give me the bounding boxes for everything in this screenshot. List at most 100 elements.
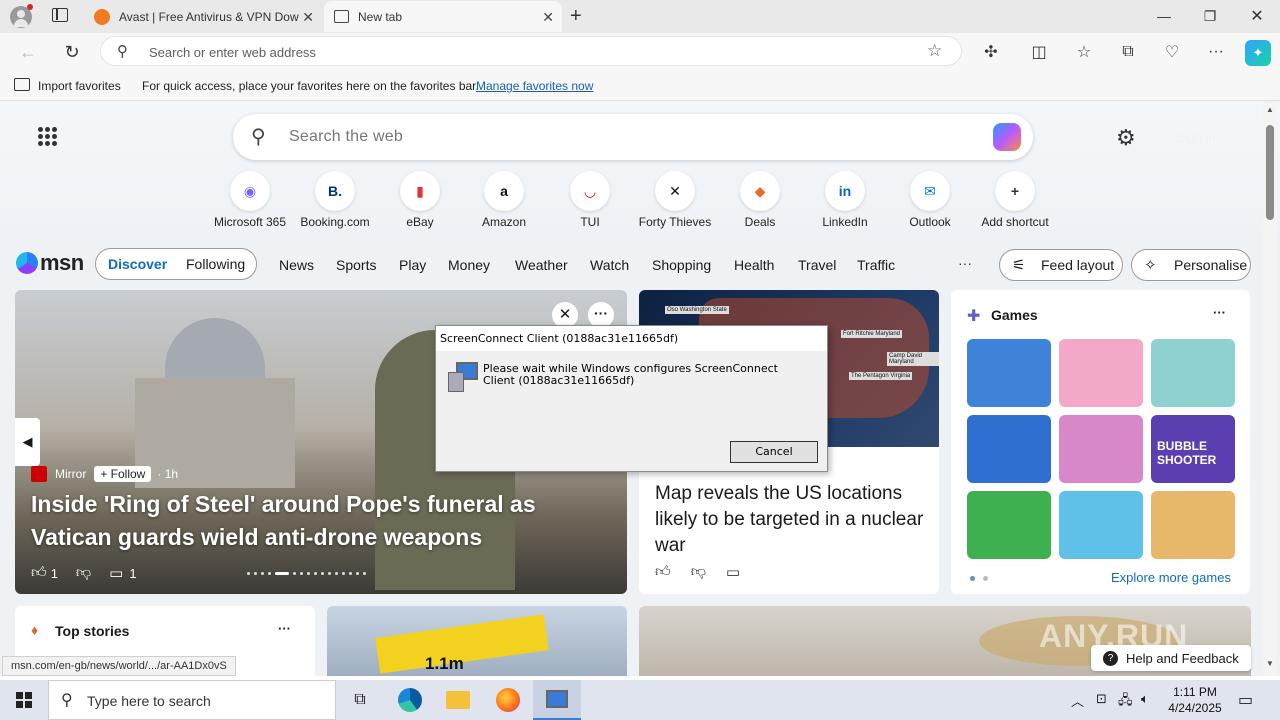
browser-essentials-icon[interactable]: ♡ <box>1160 40 1184 64</box>
game-tile[interactable] <box>1151 339 1235 407</box>
task-view-icon[interactable]: ⧉ <box>336 680 384 720</box>
game-tile[interactable] <box>1059 339 1143 407</box>
cancel-button[interactable]: Cancel <box>730 441 818 463</box>
page-scrollbar[interactable]: ▲ ▼ <box>1263 101 1277 676</box>
game-tile[interactable]: BUBBLE SHOOTER <box>1151 415 1235 483</box>
settings-more-icon[interactable]: ··· <box>1204 40 1228 64</box>
minimize-icon[interactable]: — <box>1141 0 1187 32</box>
tray-app-icon[interactable]: ⊡ <box>1096 691 1107 707</box>
favorites-icon[interactable]: ☆ <box>1072 40 1096 64</box>
taskbar-search[interactable]: ⚲ Type here to search <box>48 680 336 720</box>
address-bar[interactable]: ⚲ Search or enter web address ☆ <box>100 36 962 66</box>
network-icon[interactable]: 🖧︎ <box>1118 691 1133 713</box>
collections-icon[interactable]: ⧉ <box>1116 40 1140 64</box>
shortcut-outlook[interactable]: ✉ Outlook <box>887 171 973 229</box>
nav-watch[interactable]: Watch <box>590 257 629 273</box>
import-favorites-button[interactable]: Import favorites <box>38 79 121 93</box>
shortcut-deals[interactable]: ◆ Deals <box>717 171 803 229</box>
game-tile[interactable] <box>967 491 1051 559</box>
shortcut-label: Amazon <box>481 215 527 229</box>
page-settings-icon[interactable]: ⚙ <box>1116 125 1136 151</box>
refresh-icon[interactable]: ↻ <box>60 40 84 64</box>
shortcut-booking-com[interactable]: B. Booking.com <box>292 171 378 229</box>
story-teaser-card[interactable]: 1.1m <box>327 606 627 676</box>
tab-following[interactable]: Following <box>186 256 245 272</box>
web-search-box[interactable]: ⚲ Search the web <box>233 114 1033 160</box>
manage-favorites-link[interactable]: Manage favorites now <box>476 79 593 93</box>
installer-taskbar-icon[interactable] <box>533 680 581 720</box>
more-categories-icon[interactable]: ··· <box>958 255 972 271</box>
favorite-star-icon[interactable]: ☆ <box>927 41 942 61</box>
feed-layout-button[interactable]: ⚟ Feed layout <box>999 249 1123 281</box>
file-explorer-icon[interactable] <box>434 680 482 720</box>
close-tab-icon[interactable]: ✕ <box>302 9 314 26</box>
copilot-icon[interactable]: ✦ <box>1245 40 1271 66</box>
nav-news[interactable]: News <box>279 257 314 273</box>
back-icon[interactable]: ← <box>16 40 40 64</box>
split-screen-icon[interactable]: ◫ <box>1027 40 1051 64</box>
nav-sports[interactable]: Sports <box>336 257 376 273</box>
dislike-icon[interactable]: 👎︎ <box>76 564 91 582</box>
tab-actions-icon[interactable] <box>52 8 68 22</box>
top-stories-more-icon[interactable]: ··· <box>278 621 291 636</box>
restore-icon[interactable]: ❐ <box>1187 0 1233 32</box>
installer-icon <box>448 362 478 392</box>
shortcut-microsoft-365[interactable]: ◉ Microsoft 365 <box>207 171 293 229</box>
app-launcher-icon[interactable] <box>38 127 58 147</box>
shortcut-linkedin[interactable]: in LinkedIn <box>802 171 888 229</box>
nav-weather[interactable]: Weather <box>515 257 568 273</box>
shortcut-tui[interactable]: ◡ TUI <box>547 171 633 229</box>
hero-headline[interactable]: Inside 'Ring of Steel' around Pope's fun… <box>31 488 591 554</box>
games-page-dot[interactable] <box>970 576 975 581</box>
edge-taskbar-icon[interactable] <box>386 680 434 720</box>
tab-discover[interactable]: Discover <box>108 256 167 272</box>
carousel-prev-icon[interactable]: ◀ <box>15 418 40 466</box>
copilot-search-icon[interactable] <box>993 123 1021 151</box>
new-tab-icon[interactable]: + <box>570 5 582 28</box>
nav-play[interactable]: Play <box>399 257 426 273</box>
shortcut-ebay[interactable]: ▮ eBay <box>377 171 463 229</box>
tab-new-tab[interactable]: New tab ✕ <box>324 1 562 32</box>
profile-avatar-icon[interactable] <box>10 4 33 28</box>
game-tile[interactable] <box>1059 491 1143 559</box>
nav-health[interactable]: Health <box>734 257 774 273</box>
volume-icon[interactable]: 🔈︎ <box>1141 691 1149 707</box>
shortcut-amazon[interactable]: a Amazon <box>461 171 547 229</box>
games-more-icon[interactable]: ··· <box>1213 305 1226 320</box>
extensions-icon[interactable]: ✣ <box>979 40 1003 64</box>
map-headline[interactable]: Map reveals the US locations likely to b… <box>655 481 925 559</box>
tray-overflow-icon[interactable]: ︿ <box>1071 691 1084 710</box>
comment-icon[interactable]: ▭ <box>726 563 740 581</box>
game-tile[interactable] <box>967 339 1051 407</box>
comment-icon[interactable]: ▭ <box>109 564 123 582</box>
nav-travel[interactable]: Travel <box>798 257 836 273</box>
like-icon[interactable]: 👍︎ <box>655 563 671 581</box>
scrollbar-thumb[interactable] <box>1266 125 1274 220</box>
game-tile[interactable] <box>1059 415 1143 483</box>
close-window-icon[interactable]: ✕ <box>1234 0 1280 32</box>
explore-more-games-link[interactable]: Explore more games <box>1111 570 1231 585</box>
game-tile[interactable] <box>967 415 1051 483</box>
dislike-icon[interactable]: 👎︎ <box>691 563 706 581</box>
scroll-up-icon[interactable]: ▲ <box>1266 105 1274 114</box>
sign-in-button[interactable]: Sign in <box>1176 130 1216 145</box>
start-button[interactable] <box>0 680 48 720</box>
like-icon[interactable]: 👍︎ <box>31 564 47 582</box>
tab-avast[interactable]: Avast | Free Antivirus & VPN Dow ✕ <box>84 1 322 32</box>
nav-shopping[interactable]: Shopping <box>652 257 711 273</box>
notifications-icon[interactable]: ▭ <box>1238 690 1253 710</box>
taskbar-clock[interactable]: 1:11 PM 4/24/2025 <box>1160 684 1230 716</box>
close-tab-icon[interactable]: ✕ <box>542 9 554 26</box>
nav-traffic[interactable]: Traffic <box>857 257 895 273</box>
nav-money[interactable]: Money <box>448 257 490 273</box>
scroll-down-icon[interactable]: ▼ <box>1266 659 1274 668</box>
follow-button[interactable]: + Follow <box>94 466 152 482</box>
help-feedback-button[interactable]: ? Help and Feedback <box>1091 645 1251 671</box>
games-page-dot[interactable] <box>983 576 988 581</box>
firefox-icon[interactable] <box>484 680 532 720</box>
game-tile[interactable] <box>1151 491 1235 559</box>
shortcut-add-shortcut[interactable]: + Add shortcut <box>972 171 1058 229</box>
shortcut-forty-thieves[interactable]: ✕ Forty Thieves <box>632 171 718 229</box>
msn-logo[interactable]: msn <box>16 250 84 276</box>
personalise-button[interactable]: ✧ Personalise <box>1131 249 1251 281</box>
